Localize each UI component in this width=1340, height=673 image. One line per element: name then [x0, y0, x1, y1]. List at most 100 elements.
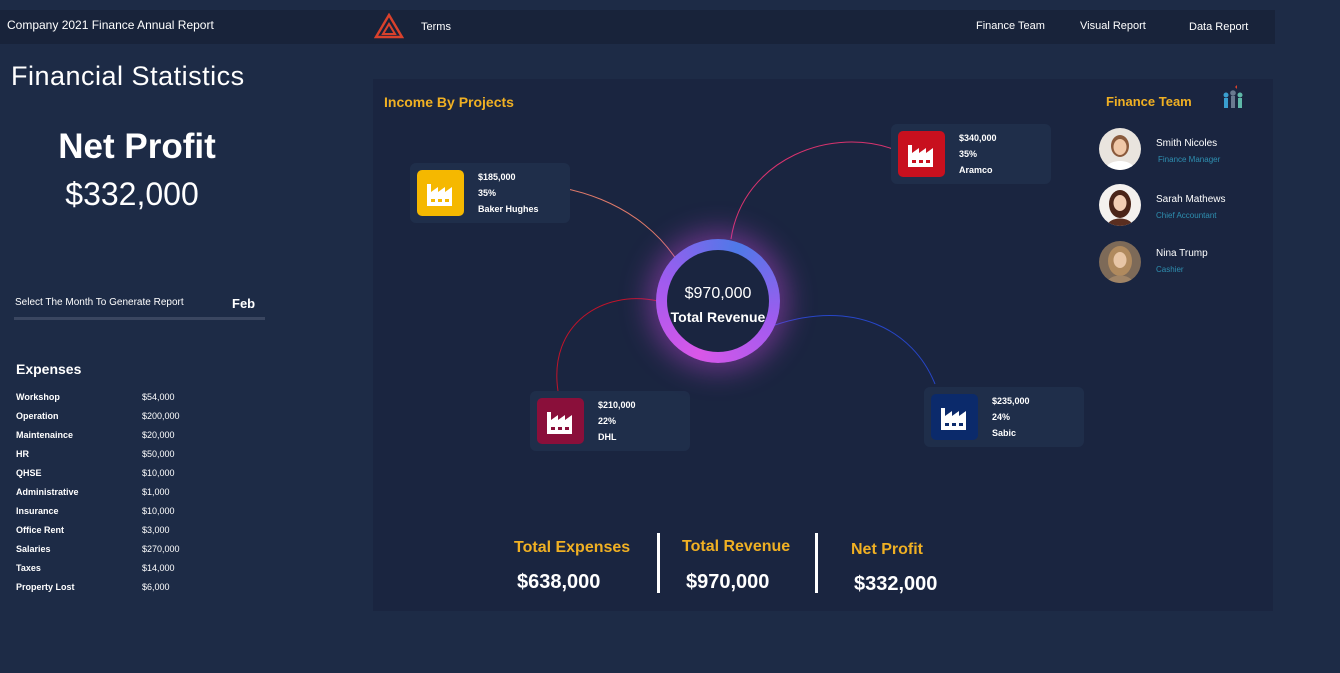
summary-revenue-value: $970,000 — [686, 571, 770, 593]
finance-team-title: Finance Team — [1106, 94, 1192, 109]
project-percent: 22% — [598, 416, 617, 426]
expense-value: $6,000 — [142, 582, 170, 592]
project-card-sabic[interactable]: $235,000 24% Sabic — [924, 387, 1084, 447]
financial-statistics-title: Financial Statistics — [11, 61, 245, 91]
expense-name: Taxes — [16, 563, 41, 573]
expense-row: Maintenaince $20,000 — [16, 430, 216, 449]
project-card-baker-hughes[interactable]: $185,000 35% Baker Hughes — [410, 163, 570, 223]
expense-row: Office Rent $3,000 — [16, 525, 216, 544]
member-name: Smith Nicoles — [1156, 138, 1218, 149]
expenses-list: Workshop $54,000 Operation $200,000 Mainte… — [16, 392, 216, 601]
top-bar: Company 2021 Finance Annual Report Terms… — [0, 10, 1275, 44]
member-name: Nina Trump — [1156, 248, 1208, 259]
expense-row: Insurance $10,000 — [16, 506, 216, 525]
factory-icon — [908, 145, 933, 167]
project-name: Aramco — [959, 165, 993, 175]
expense-name: Maintenaince — [16, 430, 74, 440]
expense-name: Property Lost — [16, 582, 75, 592]
expense-value: $20,000 — [142, 430, 175, 440]
connector-sabic — [774, 315, 936, 385]
team-member[interactable]: Smith Nicoles Finance Manager — [1099, 128, 1269, 172]
factory-icon-box — [417, 170, 464, 216]
summary-divider — [657, 533, 660, 593]
project-percent: 35% — [478, 188, 497, 198]
report-title: Company 2021 Finance Annual Report — [7, 18, 214, 32]
factory-icon-box — [537, 398, 584, 444]
expense-value: $54,000 — [142, 392, 175, 402]
nav-finance-team[interactable]: Finance Team — [976, 20, 1045, 32]
month-select-value[interactable]: Feb — [232, 296, 255, 311]
summary-expenses-label: Total Expenses — [514, 539, 631, 556]
expense-name: QHSE — [16, 468, 42, 478]
expense-row: Salaries $270,000 — [16, 544, 216, 563]
expense-name: Administrative — [16, 487, 79, 497]
expense-row: HR $50,000 — [16, 449, 216, 468]
project-card-dhl[interactable]: $210,000 22% DHL — [530, 391, 690, 451]
factory-icon — [547, 412, 572, 434]
factory-icon — [427, 184, 452, 206]
member-name: Sarah Mathews — [1156, 194, 1226, 205]
total-revenue-label: Total Revenue — [670, 309, 766, 325]
factory-icon-box — [898, 131, 945, 177]
expense-value: $10,000 — [142, 468, 175, 478]
project-amount: $185,000 — [478, 172, 516, 182]
expense-row: Workshop $54,000 — [16, 392, 216, 411]
avatar — [1099, 128, 1141, 170]
project-percent: 35% — [959, 149, 978, 159]
expense-row: Operation $200,000 — [16, 411, 216, 430]
project-percent: 24% — [992, 412, 1011, 422]
income-by-projects-title: Income By Projects — [384, 94, 514, 110]
summary-profit-label: Net Profit — [851, 541, 923, 558]
expense-name: Workshop — [16, 392, 60, 402]
company-logo-icon — [374, 13, 404, 39]
project-name: Sabic — [992, 428, 1017, 438]
expense-name: Office Rent — [16, 525, 65, 535]
expense-value: $14,000 — [142, 563, 175, 573]
connector-dhl — [556, 298, 659, 392]
project-amount: $210,000 — [598, 400, 636, 410]
factory-icon — [941, 408, 966, 430]
member-role: Finance Manager — [1158, 155, 1221, 164]
total-revenue-value: $970,000 — [684, 285, 752, 302]
summary-revenue-label: Total Revenue — [682, 538, 791, 555]
team-member[interactable]: Nina Trump Cashier — [1099, 241, 1269, 285]
project-card-aramco[interactable]: $340,000 35% Aramco — [891, 124, 1051, 184]
expense-name: Insurance — [16, 506, 59, 516]
expense-value: $1,000 — [142, 487, 170, 497]
nav-visual-report[interactable]: Visual Report — [1080, 20, 1146, 32]
avatar — [1099, 241, 1141, 283]
summary-divider — [815, 533, 818, 593]
net-profit-label: Net Profit — [58, 127, 216, 166]
member-role: Chief Accountant — [1156, 211, 1217, 220]
nav-data-report[interactable]: Data Report — [1189, 21, 1248, 33]
expense-row: Property Lost $6,000 — [16, 582, 216, 601]
left-sidebar: Financial Statistics Net Profit $332,000… — [0, 44, 300, 673]
expense-name: HR — [16, 449, 29, 459]
avatar — [1099, 184, 1141, 226]
team-people-icon — [1223, 85, 1243, 108]
month-slider[interactable] — [14, 317, 265, 320]
team-member[interactable]: Sarah Mathews Chief Accountant — [1099, 184, 1269, 228]
terms-link[interactable]: Terms — [421, 21, 451, 33]
connector-aramco — [730, 141, 899, 240]
project-name: Baker Hughes — [478, 204, 539, 214]
expense-name: Operation — [16, 411, 59, 421]
summary-expenses-value: $638,000 — [517, 571, 601, 593]
expense-row: QHSE $10,000 — [16, 468, 216, 487]
expense-value: $3,000 — [142, 525, 170, 535]
expense-row: Administrative $1,000 — [16, 487, 216, 506]
income-panel: Income By Projects Finance Team $185,000… — [373, 79, 1273, 611]
expense-value: $10,000 — [142, 506, 175, 516]
project-name: DHL — [598, 432, 617, 442]
project-amount: $340,000 — [959, 133, 997, 143]
expense-value: $200,000 — [142, 411, 180, 421]
factory-icon-box — [931, 394, 978, 440]
expenses-title: Expenses — [16, 361, 82, 377]
expense-value: $50,000 — [142, 449, 175, 459]
net-profit-value: $332,000 — [65, 176, 199, 212]
expense-row: Taxes $14,000 — [16, 563, 216, 582]
expense-name: Salaries — [16, 544, 51, 554]
month-select-label: Select The Month To Generate Report — [15, 297, 184, 308]
project-amount: $235,000 — [992, 396, 1030, 406]
expense-value: $270,000 — [142, 544, 180, 554]
